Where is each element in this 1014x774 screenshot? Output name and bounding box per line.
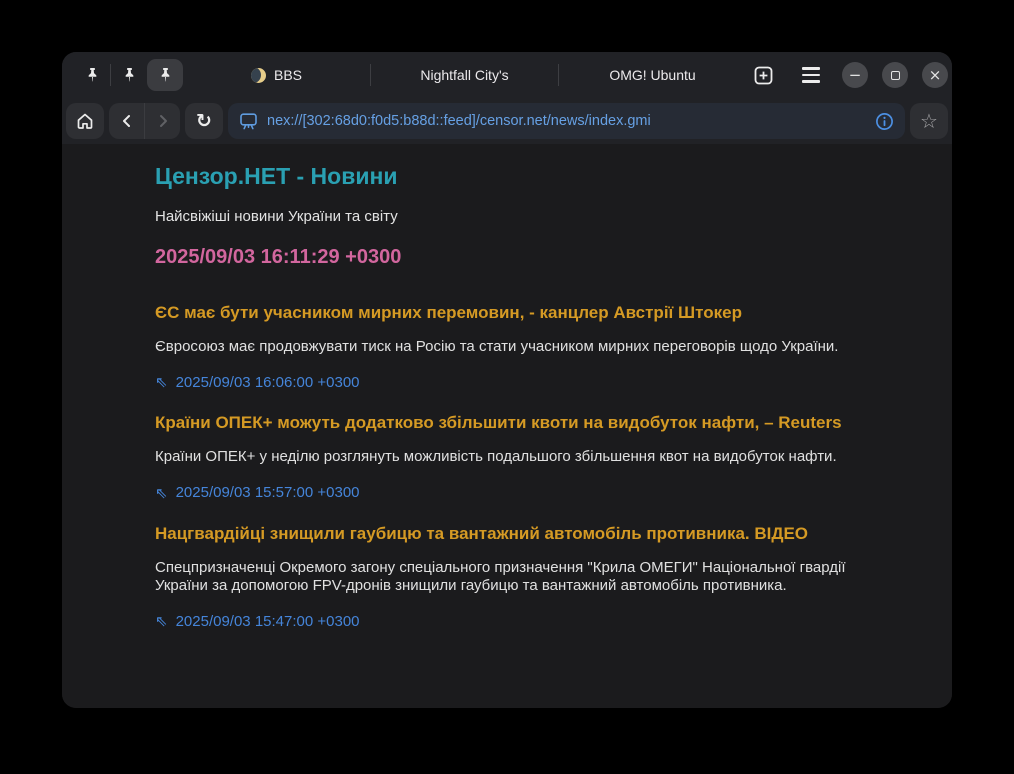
terminal-monitor-icon	[239, 113, 258, 130]
forward-icon	[156, 114, 170, 128]
new-tab-icon	[754, 66, 773, 85]
crescent-moon-favicon	[251, 68, 266, 83]
browser-window: BBS Nightfall City's OMG! Ubuntu	[62, 52, 952, 708]
reload-button[interactable]: ↻	[185, 103, 223, 139]
minimize-icon: −	[849, 66, 862, 84]
page-content: Цензор.НЕТ - Новини Найсвіжіші новини Ук…	[62, 144, 952, 708]
tab-nightfall-citys[interactable]: Nightfall City's	[371, 52, 558, 98]
article: Нацгвардійці знищили гаубицю та вантажни…	[155, 524, 860, 632]
home-icon	[76, 112, 94, 130]
reload-icon: ↻	[196, 112, 212, 131]
back-button[interactable]	[109, 103, 144, 139]
article-timestamp: 2025/09/03 15:47:00 +0300	[176, 613, 360, 630]
article-timestamp-link[interactable]: ⇖ 2025/09/03 15:57:00 +0300	[155, 484, 360, 502]
tab-label: OMG! Ubuntu	[609, 67, 695, 83]
forward-button[interactable]	[145, 103, 180, 139]
page-subtitle: Найсвіжіші новини України та світу	[155, 208, 860, 225]
article-body: Країни ОПЕК+ у неділю розглянуть можливі…	[155, 448, 860, 466]
maximize-icon	[891, 71, 900, 80]
back-icon	[120, 114, 134, 128]
menu-icon	[802, 67, 820, 82]
article-heading: Країни ОПЕК+ можуть додатково збільшити …	[155, 413, 860, 433]
article-heading: Нацгвардійці знищили гаубицю та вантажни…	[155, 524, 860, 544]
updated-heading: 2025/09/03 16:11:29 +0300	[155, 246, 860, 269]
tab-bar: BBS Nightfall City's OMG! Ubuntu	[62, 52, 952, 98]
menu-button[interactable]	[794, 58, 828, 92]
pushpin-icon	[158, 67, 173, 83]
pushpin-icon	[122, 67, 137, 83]
maximize-button[interactable]	[882, 62, 908, 88]
tab-label: BBS	[274, 67, 302, 83]
tab-bbs[interactable]: BBS	[183, 52, 370, 98]
url-bar[interactable]: nex://[302:68d0:f0d5:b88d::feed]/censor.…	[228, 103, 905, 139]
tab-label: Nightfall City's	[420, 67, 508, 83]
article-body: Євросоюз має продовжувати тиск на Росію …	[155, 338, 860, 356]
pinned-tab-3-active[interactable]	[147, 59, 183, 91]
history-buttons	[109, 103, 180, 139]
close-icon: ×	[929, 66, 942, 84]
article-timestamp-link[interactable]: ⇖ 2025/09/03 15:47:00 +0300	[155, 612, 360, 630]
pushpin-icon	[85, 67, 100, 83]
tab-omg-ubuntu[interactable]: OMG! Ubuntu	[559, 52, 746, 98]
url-text[interactable]: nex://[302:68d0:f0d5:b88d::feed]/censor.…	[267, 113, 866, 129]
pinned-tab-2[interactable]	[111, 59, 147, 91]
page-title: Цензор.НЕТ - Новини	[155, 163, 860, 190]
close-button[interactable]: ×	[922, 62, 948, 88]
tabbar-right-cluster: − ×	[746, 58, 948, 92]
northwest-arrow-icon: ⇖	[155, 484, 168, 502]
pinned-tab-1[interactable]	[74, 59, 110, 91]
minimize-button[interactable]: −	[842, 62, 868, 88]
article-timestamp: 2025/09/03 16:06:00 +0300	[176, 374, 360, 391]
home-button[interactable]	[66, 103, 104, 139]
navigation-bar: ↻ nex://[302:68d0:f0d5:b88d::feed]/censo…	[62, 98, 952, 144]
article-timestamp: 2025/09/03 15:57:00 +0300	[176, 484, 360, 501]
article-heading: ЄС має бути учасником мирних перемовин, …	[155, 303, 860, 323]
bookmark-button[interactable]: ☆	[910, 103, 948, 139]
article: ЄС має бути учасником мирних перемовин, …	[155, 303, 860, 392]
northwest-arrow-icon: ⇖	[155, 373, 168, 391]
star-icon: ☆	[920, 111, 938, 131]
article: Країни ОПЕК+ можуть додатково збільшити …	[155, 413, 860, 502]
article-body: Спецпризначенці Окремого загону спеціаль…	[155, 559, 860, 596]
page-info-button[interactable]	[875, 112, 894, 131]
new-tab-button[interactable]	[746, 58, 780, 92]
northwest-arrow-icon: ⇖	[155, 612, 168, 630]
article-timestamp-link[interactable]: ⇖ 2025/09/03 16:06:00 +0300	[155, 373, 360, 391]
